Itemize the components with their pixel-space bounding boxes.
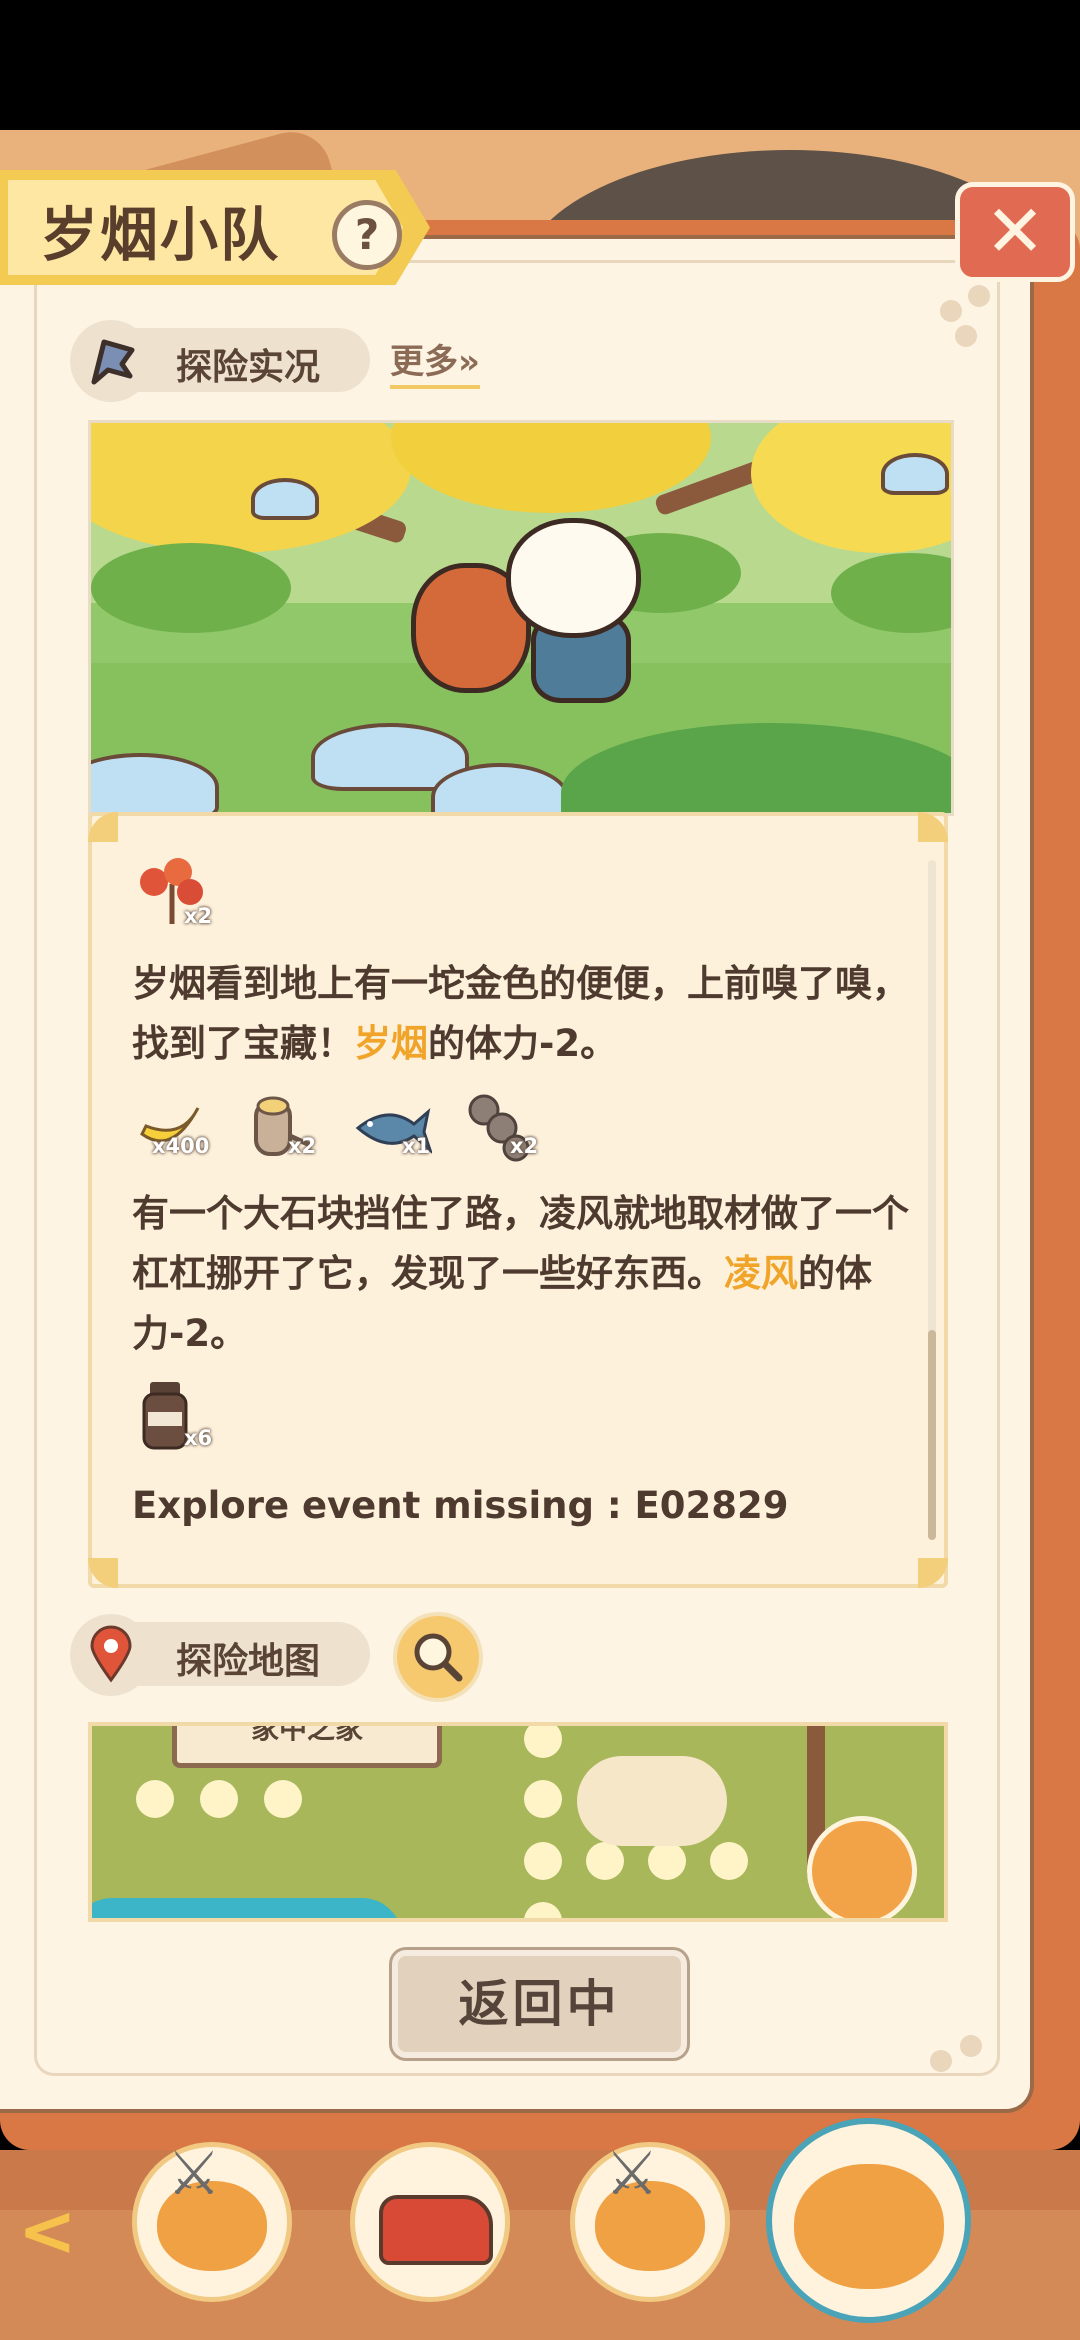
location-pin-icon xyxy=(70,1614,152,1696)
team-member-slot-1[interactable]: ⚔ xyxy=(132,2139,292,2302)
paw-decoration xyxy=(955,325,977,347)
section-label-report: 探险实况 xyxy=(176,347,321,388)
page-title: 岁烟小队 xyxy=(40,201,281,269)
returning-label: 返回中 xyxy=(458,1975,621,2033)
car-icon xyxy=(379,2195,493,2265)
paw-decoration xyxy=(940,300,962,322)
status-bar xyxy=(0,0,1080,130)
log-entry-3: Explore event missing : E02829 xyxy=(132,1484,789,1527)
exploration-map[interactable]: 家中之家 xyxy=(88,1722,948,1922)
item-quantity: x1 xyxy=(402,1134,431,1158)
paw-decoration xyxy=(968,285,990,307)
map-signboard: 家中之家 xyxy=(172,1722,442,1768)
highlight-name: 凌风 xyxy=(724,1252,798,1295)
highlight-name: 岁烟 xyxy=(354,1022,428,1065)
flag-icon xyxy=(70,320,152,402)
player-marker xyxy=(807,1816,917,1918)
title-banner: 岁烟小队 ? xyxy=(0,170,450,290)
help-button[interactable]: ? xyxy=(332,200,402,270)
team-member-slot-2[interactable] xyxy=(350,2142,510,2302)
map-search-button[interactable] xyxy=(393,1612,483,1702)
item-quantity: x2 xyxy=(184,904,213,928)
item-quantity: x400 xyxy=(152,1134,210,1158)
more-link[interactable]: 更多» xyxy=(390,334,480,389)
close-button[interactable]: ✕ xyxy=(955,182,1075,282)
close-icon: ✕ xyxy=(984,189,1046,273)
exploration-log[interactable]: x2 岁烟看到地上有一坨金色的便便，上前嗅了嗅，找到了宝藏！岁烟的体力-2。 x… xyxy=(88,812,948,1588)
map-sign-label: 家中之家 xyxy=(250,1722,363,1745)
item-quantity: x2 xyxy=(288,1134,317,1158)
item-quantity: x2 xyxy=(510,1134,539,1158)
team-member-slot-3[interactable]: ⚔ xyxy=(570,2139,730,2302)
paw-decoration xyxy=(960,2035,982,2057)
returning-button[interactable]: 返回中 xyxy=(392,1950,687,2058)
log-scroll-thumb[interactable] xyxy=(928,1330,936,1540)
log-entry-1: 岁烟看到地上有一坨金色的便便，上前嗅了嗅，找到了宝藏！岁烟的体力-2。 xyxy=(132,962,909,1065)
item-quantity: x6 xyxy=(184,1426,213,1450)
log-entry-2: 有一个大石块挡住了路，凌风就地取材做了一个杠杠挪开了它，发现了一些好东西。凌风的… xyxy=(132,1192,909,1355)
back-arrow-icon[interactable]: < xyxy=(18,2190,77,2272)
magnifier-icon xyxy=(414,1633,463,1682)
crossed-swords-icon: ⚔ xyxy=(605,2139,659,2209)
exploration-scene xyxy=(88,420,954,816)
explorer-character xyxy=(506,518,641,638)
team-member-slot-4[interactable] xyxy=(766,2118,971,2323)
paw-decoration xyxy=(930,2050,952,2072)
crossed-swords-icon: ⚔ xyxy=(167,2139,221,2209)
section-label-map: 探险地图 xyxy=(176,1641,321,1682)
